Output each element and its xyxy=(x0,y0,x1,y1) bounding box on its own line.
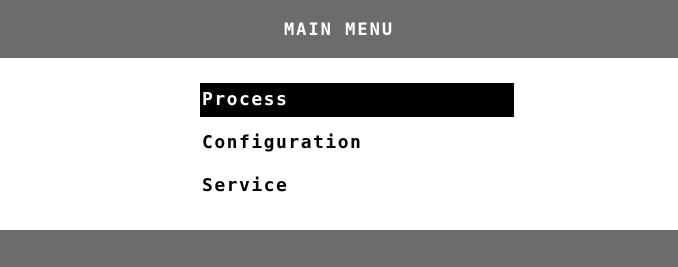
title-bar: MAIN MENU xyxy=(0,0,678,58)
menu-list: Process Configuration Service xyxy=(200,83,514,212)
menu-item-process[interactable]: Process xyxy=(200,83,514,117)
menu-item-configuration[interactable]: Configuration xyxy=(200,126,514,160)
menu-item-label: Configuration xyxy=(202,132,363,153)
menu-item-label: Process xyxy=(202,89,289,110)
window-title: MAIN MENU xyxy=(283,20,395,40)
menu-item-label: Service xyxy=(202,175,289,196)
menu-item-service[interactable]: Service xyxy=(200,169,514,203)
menu-panel: Process Configuration Service xyxy=(8,58,670,230)
status-bar xyxy=(0,230,678,267)
main-menu-screen: MAIN MENU Process Configuration Service xyxy=(0,0,678,267)
